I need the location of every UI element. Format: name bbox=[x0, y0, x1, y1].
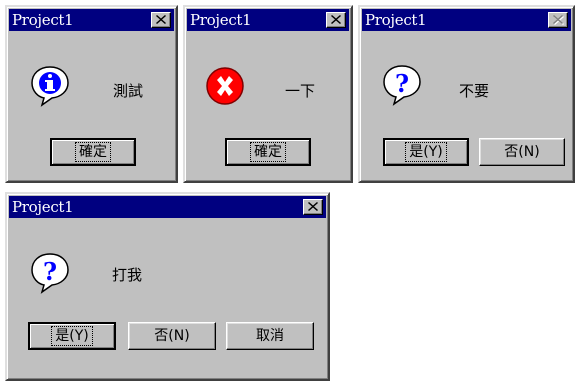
svg-text:?: ? bbox=[395, 69, 409, 98]
information-icon bbox=[31, 66, 69, 107]
cancel-button-label: 取消 bbox=[256, 328, 284, 344]
no-button[interactable]: 否(N) bbox=[479, 138, 565, 166]
close-icon bbox=[331, 15, 341, 24]
close-icon bbox=[156, 15, 166, 24]
close-button[interactable] bbox=[151, 12, 171, 28]
close-button[interactable] bbox=[303, 199, 323, 215]
message-box-info: Project1 測試 確定 bbox=[5, 5, 178, 183]
message-box-question-yes-no-cancel: Project1 ? 打我 是(Y) 否(N) 取消 bbox=[5, 192, 330, 381]
ok-button[interactable]: 確定 bbox=[50, 138, 136, 166]
cancel-button[interactable]: 取消 bbox=[226, 322, 314, 350]
message-text: 打我 bbox=[112, 266, 143, 284]
window-title: Project1 bbox=[12, 11, 74, 29]
ok-button-label: 確定 bbox=[75, 142, 111, 162]
message-text: 一下 bbox=[285, 82, 316, 100]
yes-button[interactable]: 是(Y) bbox=[28, 322, 116, 350]
window-title: Project1 bbox=[190, 11, 252, 29]
yes-button[interactable]: 是(Y) bbox=[383, 138, 469, 166]
window-title: Project1 bbox=[365, 11, 427, 29]
no-button-label: 否(N) bbox=[504, 144, 540, 160]
close-icon bbox=[308, 202, 318, 211]
window-title: Project1 bbox=[12, 198, 74, 216]
question-icon: ? bbox=[383, 65, 421, 106]
close-icon bbox=[553, 15, 564, 25]
yes-button-label: 是(Y) bbox=[405, 142, 447, 162]
ok-button[interactable]: 確定 bbox=[225, 138, 311, 166]
no-button-label: 否(N) bbox=[154, 328, 190, 344]
svg-text:?: ? bbox=[43, 257, 57, 286]
question-icon: ? bbox=[31, 253, 69, 294]
yes-button-label: 是(Y) bbox=[51, 326, 93, 346]
close-button[interactable] bbox=[326, 12, 346, 28]
no-button[interactable]: 否(N) bbox=[128, 322, 216, 350]
message-text: 測試 bbox=[113, 82, 144, 100]
message-box-error: Project1 一下 確定 bbox=[183, 5, 353, 183]
ok-button-label: 確定 bbox=[250, 142, 286, 162]
title-bar[interactable]: Project1 bbox=[9, 196, 326, 218]
title-bar[interactable]: Project1 bbox=[187, 9, 349, 31]
error-icon bbox=[206, 67, 244, 105]
message-text: 不要 bbox=[459, 82, 490, 100]
message-box-question-yes-no: Project1 ? 不要 是(Y) 否(N) bbox=[358, 5, 575, 183]
title-bar[interactable]: Project1 bbox=[362, 9, 571, 31]
close-button-disabled bbox=[548, 12, 568, 28]
title-bar[interactable]: Project1 bbox=[9, 9, 174, 31]
